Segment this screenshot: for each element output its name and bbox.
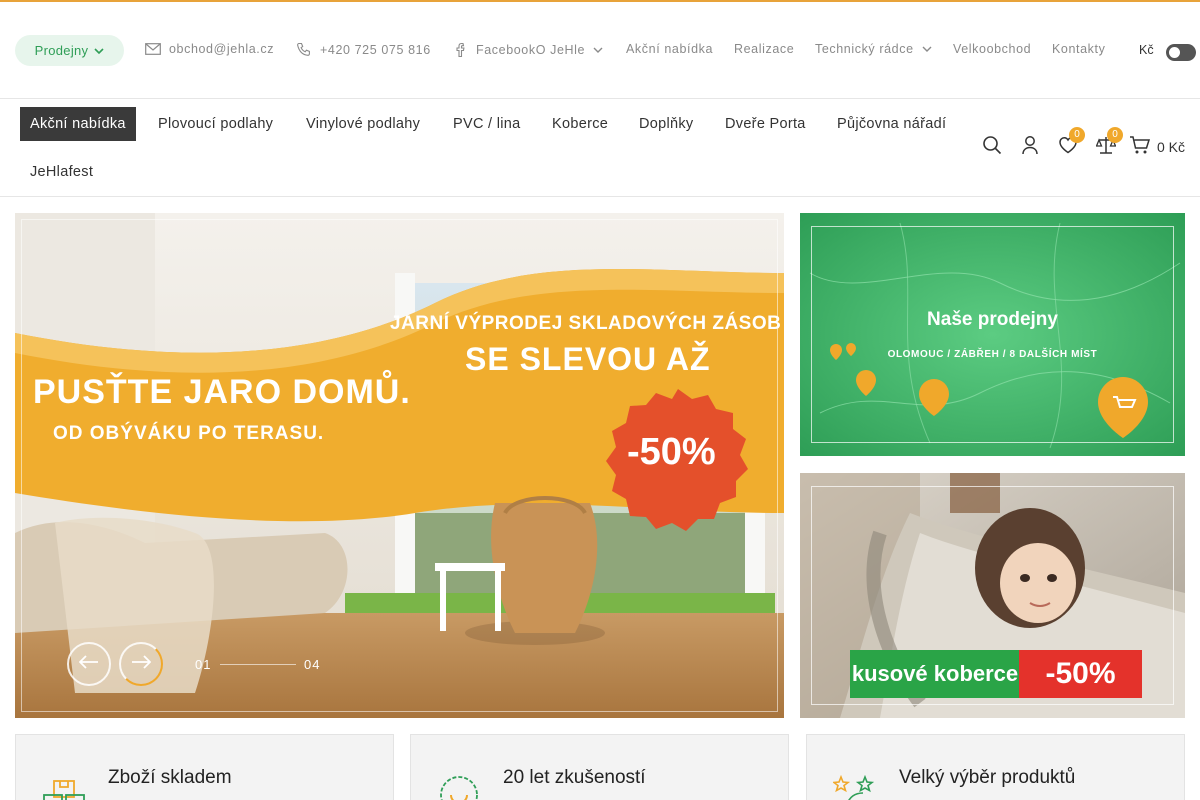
stores-label: Prodejny	[34, 43, 89, 58]
stores-banner-subtitle: OLOMOUC / ZÁBŘEH / 8 DALŠÍCH MÍST	[887, 349, 1098, 360]
top-bar: Prodejny obchod@jehla.cz +420 725 075 81…	[0, 2, 1200, 99]
slide-current: 01	[195, 657, 212, 672]
search-icon	[982, 135, 1002, 160]
nav-item-doplnky[interactable]: Doplňky	[629, 107, 704, 141]
top-link-velkoobchod[interactable]: Velkoobchod	[953, 42, 1031, 56]
top-link-kontakty[interactable]: Kontakty	[1052, 42, 1105, 56]
slide-total: 04	[304, 657, 321, 672]
account-button[interactable]	[1011, 135, 1049, 159]
main-navigation: Akční nabídka Plovoucí podlahy Vinylové …	[0, 99, 1200, 197]
phone-link[interactable]: +420 725 075 816	[296, 42, 431, 58]
slider-next-button[interactable]	[119, 642, 163, 686]
nav-item-pujcovna-naradi[interactable]: Půjčovna nářadí	[827, 107, 956, 141]
envelope-icon	[145, 43, 161, 55]
rugs-banner[interactable]: kusové koberce -50%	[800, 473, 1185, 718]
nav-item-dvere-porta[interactable]: Dveře Porta	[715, 107, 816, 141]
email-link[interactable]: obchod@jehla.cz	[145, 42, 274, 56]
feature-selection: Velký výběr produktů	[806, 734, 1185, 800]
slide-progress-line	[220, 664, 296, 665]
hero-subline: OD OBÝVÁKU PO TERASU.	[53, 423, 325, 444]
cart-total: 0 Kč	[1156, 139, 1185, 155]
nav-item-pvc-lina[interactable]: PVC / lina	[443, 107, 530, 141]
chevron-down-icon	[922, 46, 932, 53]
rugs-banner-label: kusové koberce	[850, 650, 1020, 698]
stores-dropdown-button[interactable]: Prodejny	[15, 35, 124, 66]
feature-selection-title: Velký výběr produktů	[899, 767, 1076, 788]
chevron-down-icon	[593, 47, 603, 54]
nav-item-vinylove-podlahy[interactable]: Vinylové podlahy	[296, 107, 430, 141]
nav-item-akcni-nabidka[interactable]: Akční nabídka	[20, 107, 136, 141]
chevron-down-icon	[94, 43, 104, 58]
hero-slider[interactable]: JARNÍ VÝPRODEJ SKLADOVÝCH ZÁSOB SE SLEVO…	[15, 213, 784, 718]
boxes-icon	[42, 775, 86, 800]
feature-experience: 20 let zkušeností	[410, 734, 789, 800]
search-button[interactable]	[973, 135, 1011, 159]
nav-item-jehlafest[interactable]: JeHlafest	[20, 155, 103, 189]
hero-discount: -50%	[627, 431, 716, 473]
toggle-knob	[1169, 47, 1180, 58]
top-link-akcni-nabidka[interactable]: Akční nabídka	[626, 42, 713, 56]
email-text: obchod@jehla.cz	[169, 42, 275, 56]
facebook-icon	[454, 42, 468, 58]
phone-text: +420 725 075 816	[320, 43, 431, 57]
top-link-technicky-radce[interactable]: Technický rádce	[815, 42, 932, 56]
rugs-banner-discount: -50%	[1019, 650, 1142, 698]
stores-banner-title: Naše prodejny	[927, 309, 1058, 330]
nav-item-plovouci-podlahy[interactable]: Plovoucí podlahy	[148, 107, 283, 141]
feature-experience-title: 20 let zkušeností	[503, 767, 646, 788]
stores-banner-frame	[811, 226, 1174, 443]
arrow-right-icon	[131, 654, 152, 674]
phone-icon	[296, 42, 312, 58]
stores-banner[interactable]: Naše prodejny OLOMOUC / ZÁBŘEH / 8 DALŠÍ…	[800, 213, 1185, 456]
hero-right-line2: SE SLEVOU AŽ	[465, 341, 711, 377]
user-icon	[1021, 135, 1039, 160]
feature-stock-title: Zboží skladem	[108, 767, 232, 788]
compare-button[interactable]: 0	[1087, 127, 1125, 159]
top-link-technicky-radce-label: Technický rádce	[815, 42, 914, 56]
header-icons: 0 0 0 Kč	[973, 127, 1185, 159]
currency-toggle[interactable]	[1166, 44, 1196, 61]
badge-icon	[437, 775, 481, 800]
cart-icon	[1129, 135, 1151, 160]
wishlist-count-badge: 0	[1068, 127, 1085, 143]
top-link-realizace[interactable]: Realizace	[734, 42, 794, 56]
facebook-dropdown[interactable]: FacebookO JeHle	[454, 42, 603, 58]
nav-item-koberce[interactable]: Koberce	[542, 107, 618, 141]
arrow-left-icon	[78, 654, 99, 674]
facebook-text: FacebookO JeHle	[476, 43, 586, 57]
hero-right-line1: JARNÍ VÝPRODEJ SKLADOVÝCH ZÁSOB	[390, 313, 782, 334]
currency-label: Kč	[1139, 43, 1154, 57]
stars-icon	[831, 774, 877, 800]
slider-prev-button[interactable]	[67, 642, 111, 686]
compare-count-badge: 0	[1106, 127, 1123, 143]
hero-headline: PUSŤTE JARO DOMŮ.	[33, 373, 411, 411]
feature-stock: Zboží skladem	[15, 734, 394, 800]
wishlist-button[interactable]: 0	[1049, 127, 1087, 159]
cart-button[interactable]: 0 Kč	[1125, 135, 1185, 159]
